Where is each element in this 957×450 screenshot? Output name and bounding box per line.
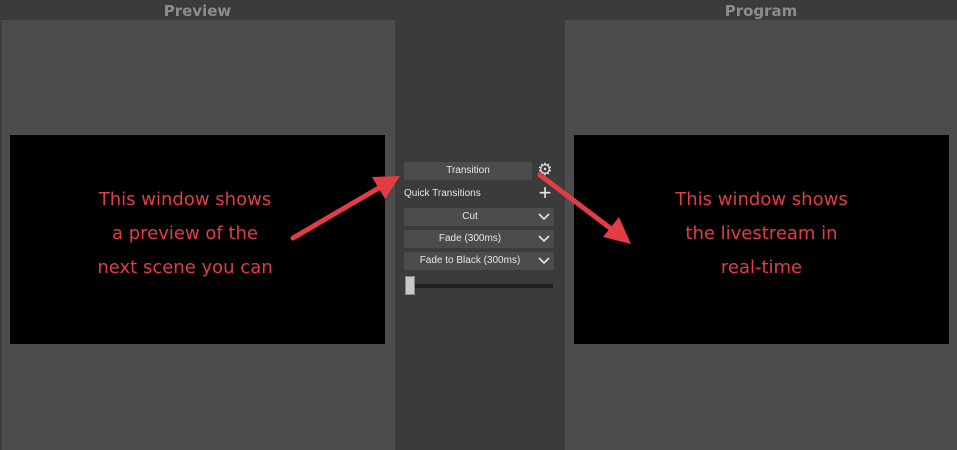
transition-slider-track[interactable] [406, 284, 553, 288]
quick-transition-fade[interactable]: Fade (300ms) [404, 230, 554, 248]
transition-slider-handle[interactable] [405, 276, 415, 295]
quick-transition-label: Fade (300ms) [438, 233, 502, 244]
program-pane: This window shows the livestream in real… [565, 20, 957, 450]
quick-transition-cut[interactable]: Cut [404, 208, 554, 226]
preview-annotation: This window shows a preview of the next … [97, 189, 273, 278]
program-screen[interactable]: This window shows the livestream in real… [574, 135, 949, 344]
quick-transitions-label: Quick Transitions [404, 188, 481, 199]
program-annotation: This window shows the livestream in real… [675, 189, 848, 278]
transitions-panel: Transition ⚙ Quick Transitions + Cut Fad… [395, 0, 565, 450]
quick-transition-label: Fade to Black (300ms) [419, 255, 521, 266]
chevron-down-icon [538, 257, 550, 265]
plus-icon[interactable]: + [536, 182, 554, 204]
program-title: Program [724, 2, 798, 20]
chevron-down-icon [538, 213, 550, 221]
transition-button[interactable]: Transition [404, 162, 532, 180]
quick-transition-fade-to-black[interactable]: Fade to Black (300ms) [404, 252, 554, 270]
preview-pane: This window shows a preview of the next … [0, 20, 395, 450]
gear-icon[interactable]: ⚙ [536, 161, 554, 179]
quick-transition-label: Cut [462, 211, 478, 222]
preview-title: Preview [163, 2, 232, 20]
preview-screen[interactable]: This window shows a preview of the next … [10, 135, 385, 344]
chevron-down-icon [538, 235, 550, 243]
